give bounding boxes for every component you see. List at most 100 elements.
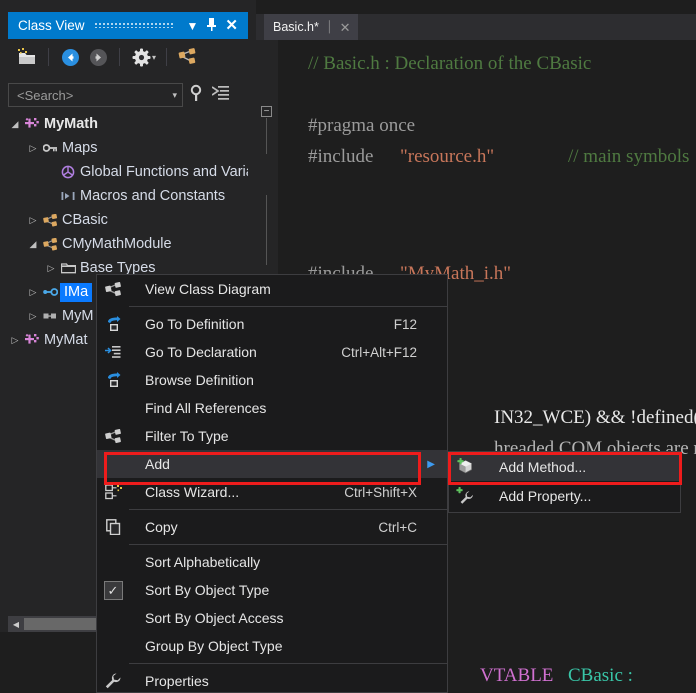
chevron-down-icon[interactable]: ▾ xyxy=(172,90,177,101)
menu-item-sort-by-object-type[interactable]: ✓ Sort By Object Type xyxy=(97,576,447,604)
tree-item-maps[interactable]: ▷ Maps xyxy=(8,136,248,160)
magnifier-glyph xyxy=(190,84,202,101)
copy-icon xyxy=(97,519,129,535)
class-wizard-icon xyxy=(97,484,129,500)
menu-item-label: Sort By Object Access xyxy=(145,610,284,626)
key-icon xyxy=(40,142,60,154)
pin-icon[interactable] xyxy=(202,18,221,33)
chevron-collapsed-icon[interactable]: ▷ xyxy=(26,311,40,322)
tree-item-label: CBasic xyxy=(62,212,108,228)
settings-gear-icon[interactable] xyxy=(128,44,154,70)
menu-item-go-to-declaration[interactable]: Go To Declaration Ctrl+Alt+F12 xyxy=(97,338,447,366)
toolbar-separator xyxy=(119,48,120,66)
context-menu[interactable]: View Class Diagram Go To Definition F12 Go … xyxy=(96,274,448,693)
folder-icon xyxy=(58,262,78,274)
tab-basic-h[interactable]: Basic.h* ⏐ ✕ xyxy=(264,14,358,40)
settings-dropdown-caret[interactable]: ▾ xyxy=(152,53,156,62)
menu-item-label: Sort By Object Type xyxy=(145,582,270,598)
menu-separator xyxy=(129,663,447,664)
menu-item-label: Class Wizard... xyxy=(145,484,240,500)
menu-item-sort-by-object-access[interactable]: Sort By Object Access xyxy=(97,604,447,632)
submenu-item-add-property[interactable]: Add Property... xyxy=(449,481,680,510)
tree-item-label: MyMat xyxy=(44,332,88,348)
code-line: #include xyxy=(308,146,374,167)
menu-item-view-class-diagram[interactable]: View Class Diagram xyxy=(97,275,447,303)
chevron-collapsed-icon[interactable]: ▷ xyxy=(44,263,58,274)
menu-item-label: Sort Alphabetically xyxy=(145,554,261,570)
filter-icon[interactable] xyxy=(211,85,229,106)
new-folder-icon[interactable] xyxy=(14,44,40,70)
code-line: VTABLE xyxy=(480,665,554,686)
tree-item-global-functions-and-variables[interactable]: Global Functions and Variables xyxy=(8,160,248,184)
menu-item-add[interactable]: Add ▶ xyxy=(97,450,447,478)
menu-separator xyxy=(129,544,447,545)
chevron-expanded-icon[interactable]: ◢ xyxy=(26,239,40,250)
chevron-collapsed-icon[interactable]: ▷ xyxy=(26,143,40,154)
context-menu-items: View Class Diagram Go To Definition F12 Go … xyxy=(97,275,447,693)
class-diagram-icon xyxy=(97,281,129,297)
macro-icon xyxy=(58,190,78,202)
menu-item-label: Filter To Type xyxy=(145,428,229,444)
scrollbar-thumb[interactable] xyxy=(24,618,100,630)
tree-item-label: IMa xyxy=(60,282,93,302)
submenu-item-label: Add Property... xyxy=(499,487,592,504)
tab-label: Basic.h* xyxy=(273,20,319,34)
interface-icon xyxy=(40,287,60,297)
code-line: // Basic.h : Declaration of the CBasic xyxy=(308,53,592,74)
close-icon[interactable]: ✕ xyxy=(221,18,242,33)
pin-icon[interactable]: ⏐ xyxy=(326,21,333,33)
toolbar-separator xyxy=(166,48,168,66)
class-view-titlebar[interactable]: Class View ▼ ✕ xyxy=(8,12,248,39)
menu-item-label: Copy xyxy=(145,519,178,535)
menu-item-group-by-object-type[interactable]: Group By Object Type xyxy=(97,632,447,660)
tree-item-macros-and-constants[interactable]: Macros and Constants xyxy=(8,184,248,208)
submenu-arrow-icon: ▶ xyxy=(427,458,435,470)
search-input[interactable]: <Search> ▾ xyxy=(8,83,183,107)
drag-grip[interactable] xyxy=(91,12,177,39)
search-icon[interactable] xyxy=(189,84,206,107)
menu-item-browse-definition[interactable]: Browse Definition xyxy=(97,366,447,394)
scroll-left-arrow-icon[interactable]: ◀ xyxy=(8,616,24,632)
back-glyph xyxy=(61,48,79,66)
tree-item-label: MyM xyxy=(62,308,94,324)
fold-collapse-icon[interactable]: − xyxy=(261,106,272,117)
menu-item-go-to-definition[interactable]: Go To Definition F12 xyxy=(97,310,447,338)
submenu-item-add-method[interactable]: Add Method... xyxy=(449,452,680,481)
menu-item-label: Go To Declaration xyxy=(145,344,257,360)
menu-item-copy[interactable]: Copy Ctrl+C xyxy=(97,513,447,541)
code-line: // main symbols xyxy=(568,146,690,167)
chevron-collapsed-icon[interactable]: ▷ xyxy=(26,287,40,298)
menu-item-label: Find All References xyxy=(145,400,267,416)
class-diagram-glyph xyxy=(178,48,196,64)
tree-item-mymath[interactable]: ◢ MyMath xyxy=(8,112,248,136)
visual-studio-window: Basic.h* ⏐ ✕ − // Basic.h : Declaration … xyxy=(0,0,696,693)
code-line: IN32_WCE) && !defined( xyxy=(494,407,696,428)
wrench-icon xyxy=(97,673,129,689)
chevron-expanded-icon[interactable]: ◢ xyxy=(8,119,22,130)
menu-item-label: Browse Definition xyxy=(145,372,254,388)
tree-item-cmymathmodule[interactable]: ◢ CMyMathModule xyxy=(8,232,248,256)
menu-item-properties[interactable]: Properties xyxy=(97,667,447,693)
add-submenu[interactable]: Add Method... Add Property... xyxy=(448,451,681,513)
go-to-declaration-icon xyxy=(97,345,129,360)
tree-item-label: MyMath xyxy=(44,116,98,132)
tree-item-cbasic[interactable]: ▷ CBasic xyxy=(8,208,248,232)
menu-item-filter-to-type[interactable]: Filter To Type xyxy=(97,422,447,450)
menu-item-label: View Class Diagram xyxy=(145,281,271,297)
class-icon xyxy=(40,213,60,227)
menu-item-class-wizard[interactable]: Class Wizard... Ctrl+Shift+X xyxy=(97,478,447,506)
menu-item-shortcut: Ctrl+Shift+X xyxy=(344,484,417,500)
forward-icon[interactable] xyxy=(85,44,111,70)
chevron-down-icon[interactable]: ▼ xyxy=(183,20,203,32)
browse-definition-icon xyxy=(97,372,129,388)
class-view-icon[interactable] xyxy=(175,44,201,70)
chevron-collapsed-icon[interactable]: ▷ xyxy=(8,335,22,346)
close-icon[interactable]: ✕ xyxy=(340,21,351,34)
menu-separator xyxy=(129,306,447,307)
chevron-collapsed-icon[interactable]: ▷ xyxy=(26,215,40,226)
menu-item-find-all-references[interactable]: Find All References xyxy=(97,394,447,422)
back-icon[interactable] xyxy=(57,44,83,70)
gear-glyph xyxy=(132,48,150,66)
code-line: CBasic : xyxy=(568,665,633,686)
menu-item-sort-alphabetically[interactable]: Sort Alphabetically xyxy=(97,548,447,576)
